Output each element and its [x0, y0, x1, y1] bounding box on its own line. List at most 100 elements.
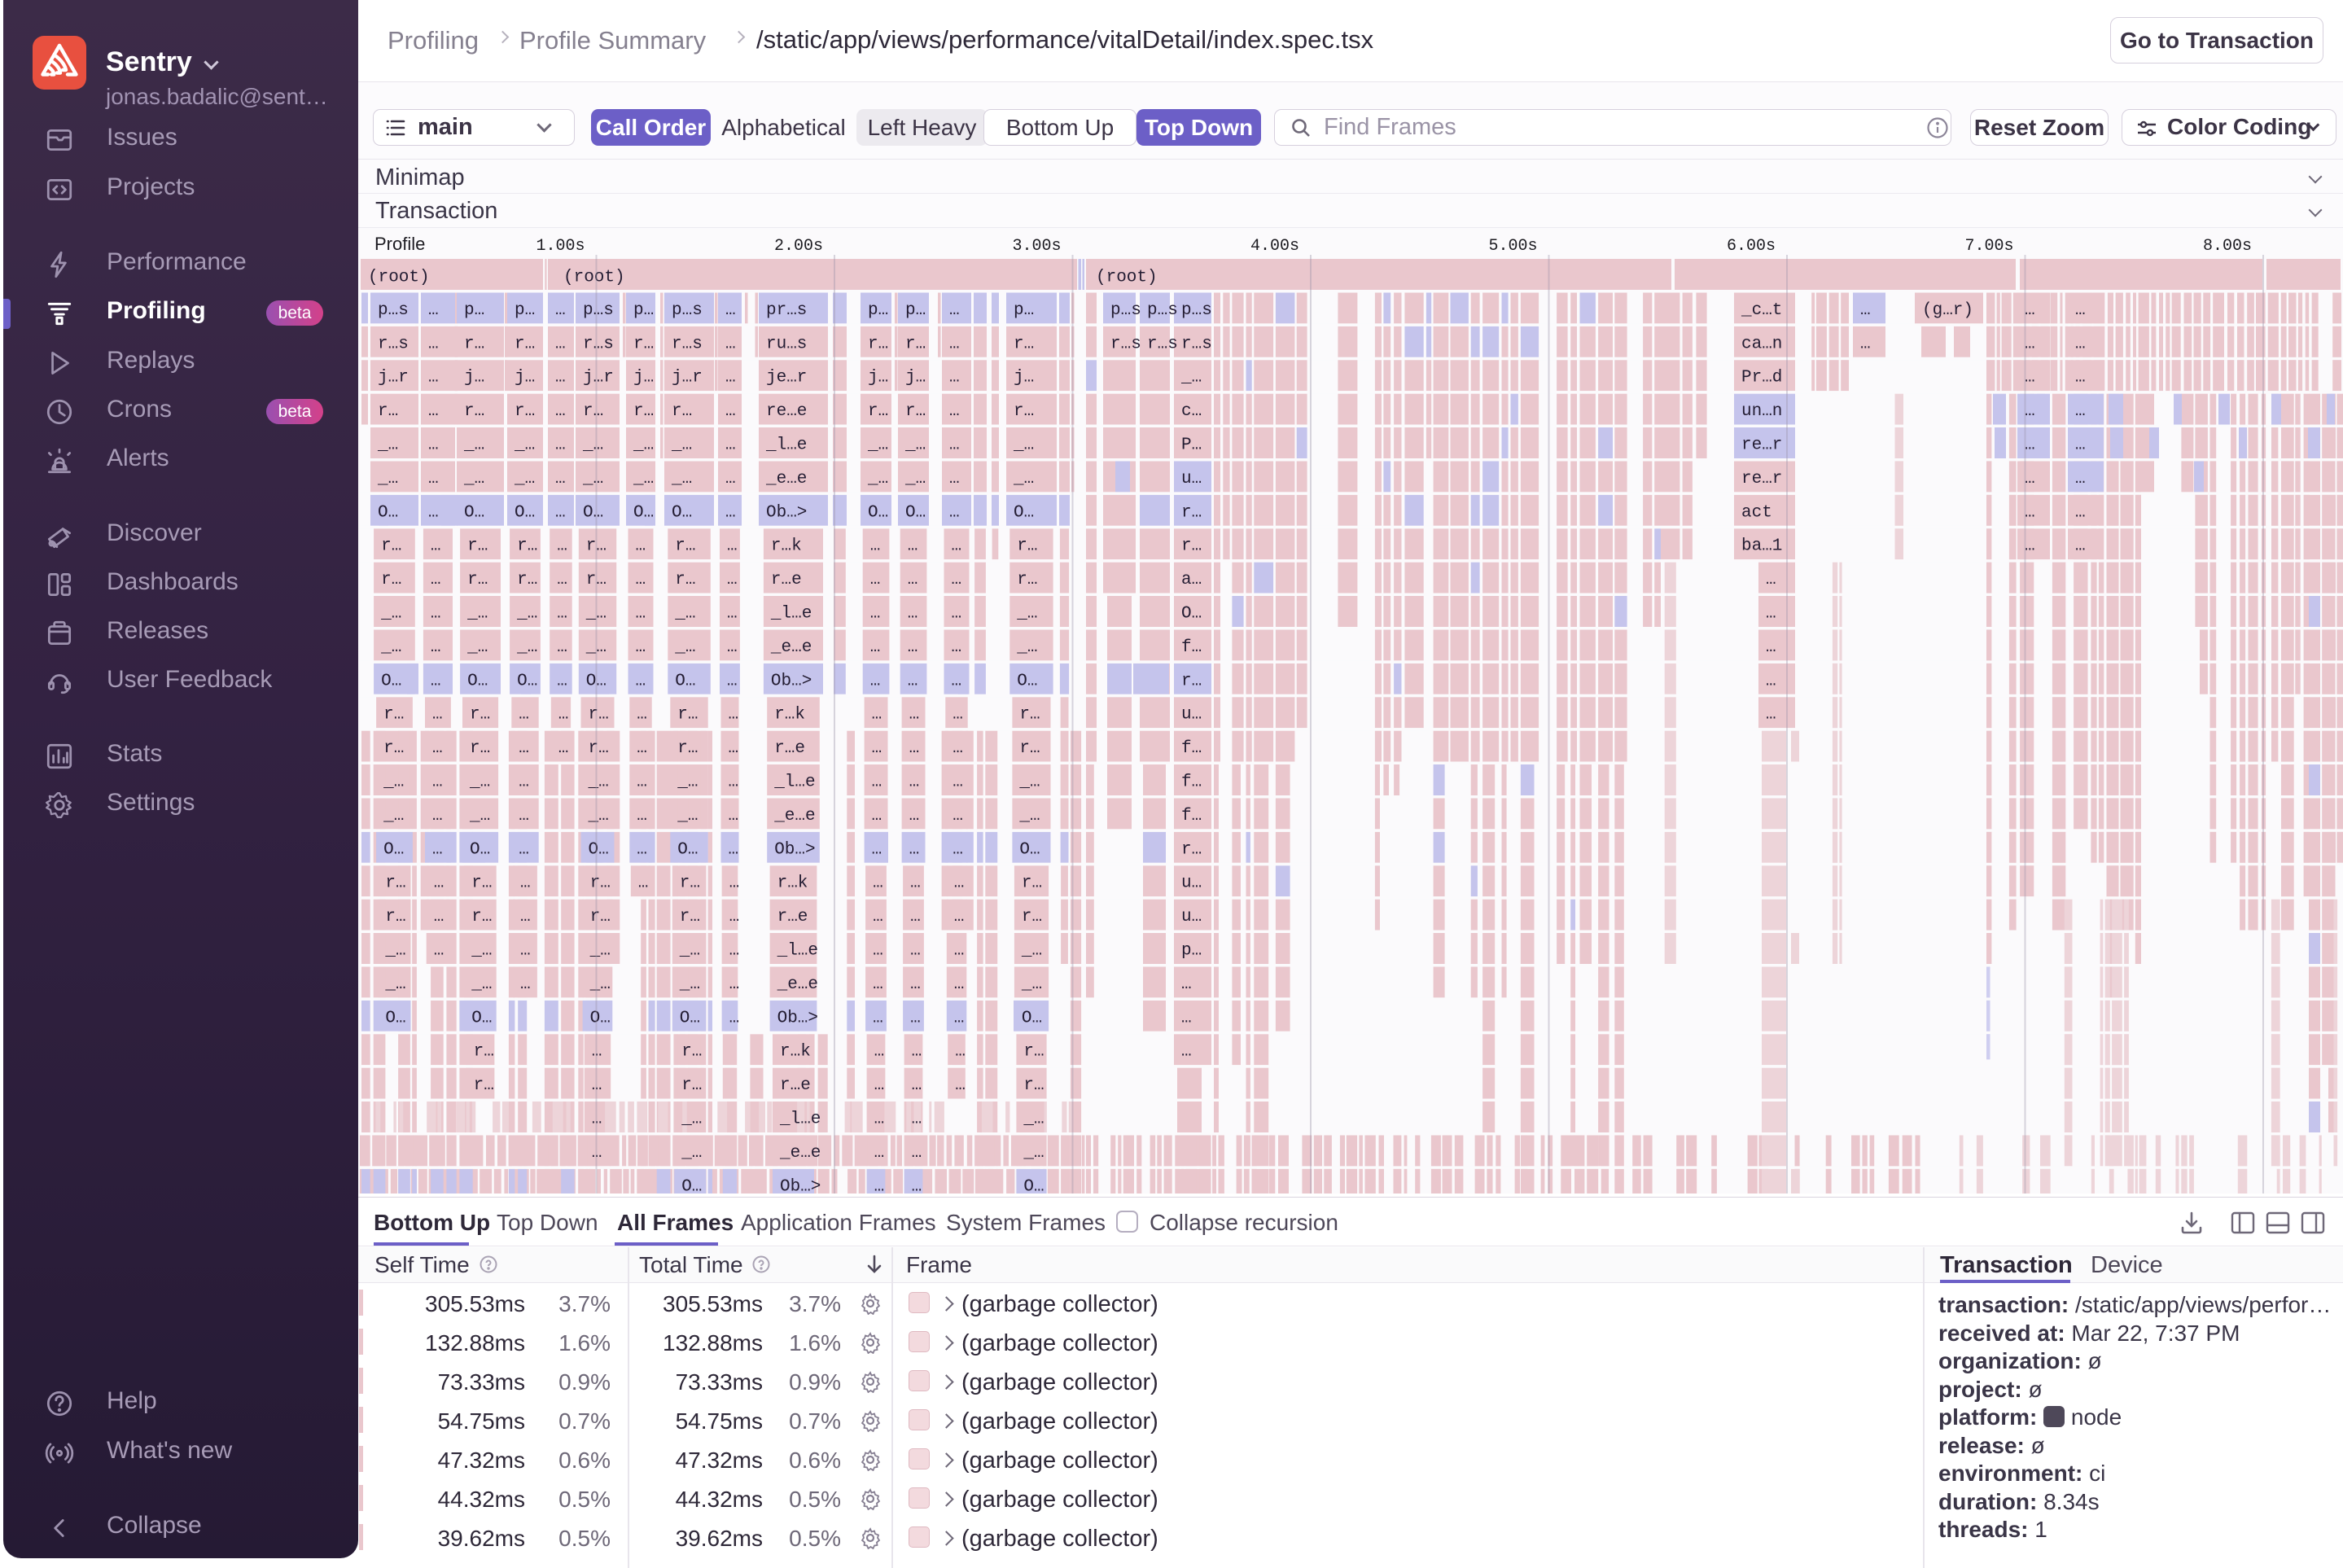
svg-text:…: …: [636, 605, 646, 624]
svg-text:r…: r…: [517, 537, 537, 556]
svg-text:…: …: [912, 1144, 922, 1163]
svg-text:Ob…>: Ob…>: [780, 1177, 821, 1194]
svg-text:Ob…>: Ob…>: [771, 672, 812, 690]
svg-text:…: …: [725, 301, 736, 320]
svg-text:_…: _…: [588, 773, 609, 792]
svg-text:…: …: [910, 942, 921, 961]
svg-text:…: …: [432, 773, 443, 792]
svg-text:…: …: [555, 301, 566, 320]
svg-text:p…: p…: [868, 301, 888, 320]
svg-text:_…: _…: [377, 436, 398, 455]
svg-text:r…: r…: [1014, 402, 1034, 421]
svg-text:…: …: [520, 942, 531, 961]
svg-text:…: …: [725, 335, 736, 353]
svg-text:…: …: [2075, 301, 2086, 320]
svg-text:_…: _…: [1021, 942, 1042, 961]
svg-text:p…s: p…s: [1110, 301, 1141, 320]
svg-text:…: …: [729, 840, 739, 859]
svg-text:…: …: [725, 503, 736, 522]
svg-text:_…: _…: [582, 470, 603, 488]
svg-text:j…: j…: [868, 369, 888, 388]
svg-text:…: …: [555, 402, 566, 421]
svg-text:r…: r…: [677, 739, 698, 758]
svg-text:_…: _…: [904, 470, 926, 488]
svg-text:…: …: [729, 1009, 740, 1027]
svg-text:_…: _…: [469, 773, 490, 792]
svg-text:…: …: [434, 874, 445, 893]
svg-text:Ob…>: Ob…>: [777, 1009, 818, 1027]
svg-text:…: …: [555, 470, 566, 488]
svg-text:r…: r…: [1181, 537, 1202, 556]
svg-text:r…: r…: [681, 1076, 702, 1095]
svg-text:u…: u…: [1181, 908, 1202, 926]
svg-text:…: …: [912, 1043, 922, 1062]
svg-text:_…: _…: [377, 470, 398, 488]
svg-text:r…e: r…e: [777, 908, 808, 926]
svg-text:r…: r…: [381, 537, 401, 556]
svg-text:…: …: [873, 874, 883, 893]
svg-text:_…: _…: [674, 605, 695, 624]
svg-text:…: …: [428, 369, 439, 388]
svg-text:_…: _…: [463, 436, 484, 455]
svg-text:O…: O…: [680, 1009, 700, 1027]
svg-text:r…: r…: [515, 402, 535, 421]
svg-text:_e…e: _e…e: [773, 807, 815, 826]
svg-text:…: …: [954, 908, 965, 926]
svg-text:r…: r…: [590, 908, 611, 926]
svg-text:…: …: [2025, 301, 2035, 320]
svg-text:u…: u…: [1181, 470, 1202, 488]
svg-text:…: …: [949, 369, 960, 388]
svg-text:…: …: [952, 638, 962, 657]
svg-text:…: …: [637, 840, 647, 859]
svg-text:r…: r…: [385, 874, 405, 893]
svg-text:…: …: [952, 672, 962, 690]
svg-text:…: …: [872, 773, 882, 792]
svg-text:…: …: [955, 1076, 966, 1095]
svg-text:r…s: r…s: [1110, 335, 1141, 353]
svg-text:…: …: [638, 874, 649, 893]
svg-text:…: …: [431, 605, 441, 624]
svg-text:…: …: [873, 942, 883, 961]
svg-text:r…: r…: [470, 706, 490, 725]
svg-text:…: …: [953, 807, 963, 826]
svg-text:…: …: [729, 773, 739, 792]
svg-text:_l…e: _l…e: [777, 942, 818, 961]
svg-text:…: …: [519, 706, 529, 725]
svg-text:r…e: r…e: [780, 1076, 811, 1095]
svg-text:r…: r…: [471, 908, 492, 926]
svg-text:r…: r…: [1023, 1076, 1044, 1095]
svg-text:…: …: [2025, 503, 2035, 522]
svg-text:_…: _…: [1023, 1110, 1044, 1129]
svg-text:r…: r…: [1019, 739, 1040, 758]
svg-text:O…: O…: [1022, 1009, 1042, 1027]
svg-text:_…: _…: [582, 436, 603, 455]
svg-text:Profile: Profile: [374, 234, 425, 254]
svg-text:…: …: [2075, 369, 2086, 388]
svg-text:j…r: j…r: [583, 369, 614, 388]
svg-text:r…: r…: [471, 874, 492, 893]
svg-text:…: …: [428, 301, 439, 320]
svg-text:2.00s: 2.00s: [774, 237, 823, 256]
svg-text:r…: r…: [470, 739, 490, 758]
svg-text:…: …: [952, 571, 962, 589]
svg-text:_…: _…: [681, 1110, 702, 1129]
svg-text:…: …: [873, 908, 883, 926]
svg-text:…: …: [432, 840, 443, 859]
svg-text:…: …: [953, 706, 963, 725]
svg-text:…: …: [520, 975, 531, 994]
svg-text:…: …: [2025, 436, 2035, 455]
svg-text:O…: O…: [677, 840, 698, 859]
svg-text:…: …: [954, 975, 965, 994]
svg-text:O…: O…: [467, 672, 488, 690]
svg-text:_…: _…: [681, 1144, 702, 1163]
svg-text:…: …: [520, 908, 531, 926]
svg-text:_…: _…: [1013, 436, 1034, 455]
svg-text:u…: u…: [1181, 874, 1202, 893]
svg-text:_…: _…: [471, 975, 492, 994]
svg-text:1.00s: 1.00s: [536, 237, 585, 256]
svg-text:r…: r…: [675, 537, 695, 556]
svg-text:ca…n: ca…n: [1741, 335, 1782, 353]
svg-text:r…: r…: [1017, 571, 1037, 589]
svg-text:…: …: [870, 537, 881, 556]
svg-text:r…: r…: [583, 402, 603, 421]
